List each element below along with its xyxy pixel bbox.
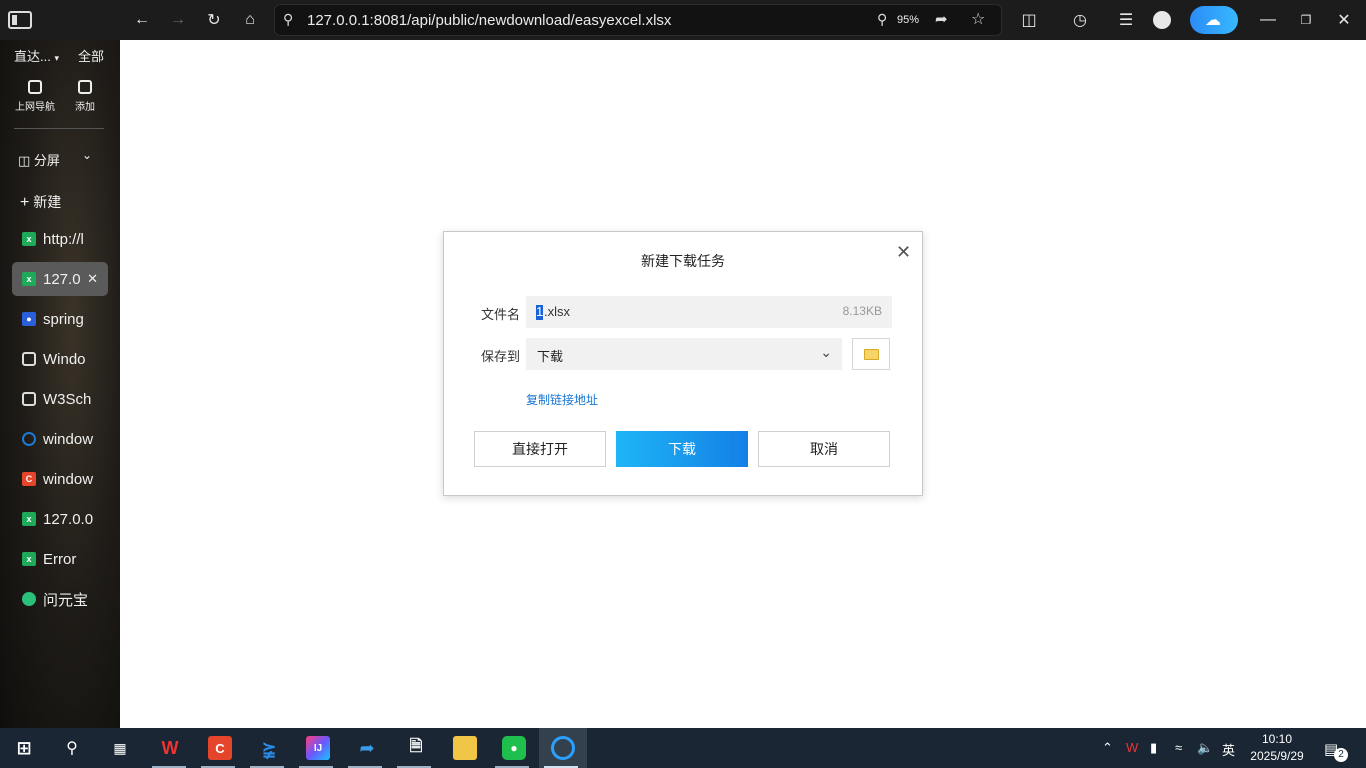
filename-extension: .xlsx (544, 304, 570, 319)
sidebar-shortcut-dropdown[interactable]: 直达... ▾ (14, 46, 59, 65)
sidebar-all-link[interactable]: 全部 (78, 46, 104, 65)
chevron-down-icon: ⌄ (820, 344, 832, 360)
download-dialog: 新建下载任务 ✕ 文件名 1 .xlsx 8.13KB 保存到 下载 ⌄ 复制链… (443, 231, 923, 496)
back-icon[interactable]: ← (130, 8, 154, 32)
baidu-paw-icon: ● (22, 312, 36, 326)
tab-item[interactable]: 问元宝 (12, 582, 108, 616)
ime-indicator[interactable]: 英 (1222, 740, 1235, 759)
forward-icon[interactable]: → (166, 8, 190, 32)
hexagon-icon (22, 352, 36, 366)
search-icon[interactable]: ⚲ (60, 736, 84, 760)
tab-item[interactable]: Windo (12, 342, 108, 376)
restore-icon[interactable]: ❐ (1294, 8, 1318, 32)
notification-badge: 2 (1334, 748, 1348, 762)
filename-label: 文件名 (481, 307, 521, 322)
close-tab-icon[interactable]: ✕ (87, 271, 98, 287)
csdn-icon[interactable]: C (208, 736, 232, 760)
search-icon: ⚲ (283, 11, 294, 27)
folder-icon (864, 349, 879, 360)
dialog-title: 新建下载任务 (641, 253, 725, 269)
open-directly-button[interactable]: 直接打开 (474, 431, 606, 467)
browse-folder-button[interactable] (852, 338, 890, 370)
tab-item[interactable]: W3Sch (12, 382, 108, 416)
share-icon[interactable]: ➦ (935, 10, 948, 28)
taskbar: ⊞ ⚲ ▦ W C ⪶ IJ ➦ 🗎 ● ⌃ W ▮ ≈ 🔈 英 10:10 2… (0, 728, 1366, 768)
tray-expand-icon[interactable]: ⌃ (1102, 740, 1113, 756)
saveto-value: 下载 (537, 349, 564, 364)
tab-item[interactable]: C window (12, 462, 108, 496)
reload-icon[interactable]: ↻ (202, 8, 226, 32)
tab-item[interactable]: ● spring (12, 302, 108, 336)
sidebar-app-add[interactable]: 添加 (60, 80, 110, 113)
file-explorer-icon[interactable] (453, 736, 477, 760)
task-view-icon[interactable]: ▦ (108, 736, 132, 760)
browser-sidebar: 直达... ▾ 全部 上网导航 添加 ◫ 分屏 ⌄ + 新建 x http://… (0, 40, 120, 728)
address-bar[interactable]: ⚲ 127.0.0.1:8081/api/public/newdownload/… (274, 4, 1002, 36)
excel-icon: x (22, 272, 36, 286)
home-icon[interactable]: ⌂ (238, 8, 262, 32)
saveto-select[interactable]: 下载 ⌄ (526, 338, 842, 370)
tab-item[interactable]: x Error (12, 542, 108, 576)
zoom-level[interactable]: 95% (897, 14, 919, 26)
chevron-down-icon[interactable]: ⌄ (82, 148, 92, 162)
excel-icon: x (22, 512, 36, 526)
split-screen-icon: ◫ (18, 153, 31, 168)
excel-icon: x (22, 552, 36, 566)
split-screen-button[interactable]: ◫ 分屏 (18, 150, 60, 169)
new-tab-button[interactable]: + 新建 (20, 192, 61, 212)
windows-start-icon[interactable]: ⊞ (12, 736, 36, 760)
nav-icon (28, 80, 42, 94)
battery-icon[interactable]: ▮ (1150, 740, 1157, 756)
cloud-sync-icon[interactable]: ☁ (1190, 6, 1238, 34)
filename-input[interactable]: 1 .xlsx 8.13KB (526, 296, 892, 328)
wechat-icon[interactable]: ● (502, 736, 526, 760)
file-size: 8.13KB (842, 304, 882, 318)
cancel-button[interactable]: 取消 (758, 431, 890, 467)
volume-icon[interactable]: 🔈 (1197, 740, 1213, 756)
wifi-icon[interactable]: ≈ (1175, 740, 1182, 755)
bookmark-star-icon[interactable]: ☆ (971, 9, 985, 29)
download-button[interactable]: 下载 (616, 431, 748, 467)
clock[interactable]: 10:10 2025/9/29 (1246, 731, 1308, 765)
tab-item[interactable]: window (12, 422, 108, 456)
tab-item[interactable]: x 127.0.0 (12, 502, 108, 536)
add-icon (78, 80, 92, 94)
wps-icon[interactable]: W (158, 736, 182, 760)
zoom-icon[interactable]: ⚲ (877, 11, 887, 28)
circle-icon (22, 432, 36, 446)
extensions-icon[interactable]: ◫ (1017, 8, 1041, 32)
tab-item-active[interactable]: x 127.0 ✕ (12, 262, 108, 296)
yuanbao-icon (22, 592, 36, 606)
excel-icon: x (22, 232, 36, 246)
sidebar-toggle-icon[interactable] (8, 11, 32, 29)
intellij-icon[interactable]: IJ (306, 736, 330, 760)
history-icon[interactable]: ◷ (1068, 8, 1092, 32)
wps-tray-icon[interactable]: W (1126, 740, 1138, 755)
copy-link-address[interactable]: 复制链接地址 (526, 391, 598, 408)
menu-icon[interactable]: ☰ (1114, 8, 1138, 32)
divider (14, 128, 104, 129)
minimize-icon[interactable]: — (1256, 8, 1280, 32)
browser-icon[interactable] (551, 736, 575, 760)
feishu-arrow-icon[interactable]: ➦ (355, 736, 379, 760)
clock-time: 10:10 (1261, 732, 1293, 746)
hexagon-icon (22, 392, 36, 406)
tab-item[interactable]: x http://l (12, 222, 108, 256)
url-text[interactable]: 127.0.0.1:8081/api/public/newdownload/ea… (307, 12, 671, 29)
filename-selected-text: 1 (536, 304, 544, 319)
clock-date: 2025/9/29 (1250, 749, 1304, 763)
saveto-label: 保存到 (481, 349, 521, 364)
csdn-icon: C (22, 472, 36, 486)
close-icon[interactable]: ✕ (896, 242, 911, 263)
sidebar-app-nav[interactable]: 上网导航 (10, 80, 60, 113)
vscode-icon[interactable]: ⪶ (257, 736, 281, 760)
browser-toolbar: ← → ↻ ⌂ ⚲ 127.0.0.1:8081/api/public/newd… (0, 0, 1366, 40)
close-window-icon[interactable]: ✕ (1332, 8, 1356, 32)
notepad-icon[interactable]: 🗎 (404, 736, 428, 760)
avatar[interactable] (1153, 11, 1171, 29)
